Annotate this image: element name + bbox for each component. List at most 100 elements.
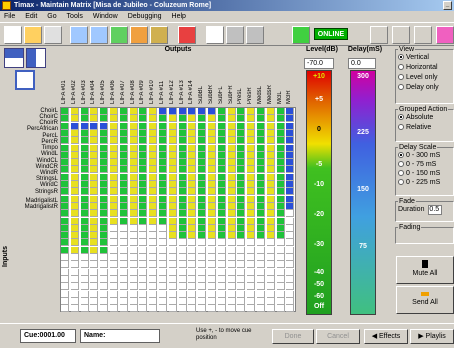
matrix-cell[interactable] — [276, 188, 285, 196]
matrix-cell[interactable] — [276, 144, 285, 152]
matrix-cell[interactable] — [227, 254, 236, 261]
matrix-cell[interactable] — [61, 261, 69, 269]
matrix-cell[interactable] — [61, 195, 69, 203]
matrix-cell[interactable] — [217, 166, 226, 174]
matrix-cell[interactable] — [188, 290, 197, 298]
matrix-cell[interactable] — [227, 217, 236, 225]
matrix-cell[interactable] — [119, 232, 128, 240]
matrix-cell[interactable] — [266, 159, 275, 167]
matrix-cell[interactable] — [208, 137, 216, 145]
matrix-cell[interactable] — [70, 239, 79, 247]
matrix-cell[interactable] — [227, 181, 236, 188]
matrix-cell[interactable] — [61, 232, 69, 240]
matrix-cell[interactable] — [119, 268, 128, 276]
matrix-cell[interactable] — [70, 195, 79, 203]
matrix-cell[interactable] — [217, 290, 226, 298]
matrix-cell[interactable] — [168, 224, 177, 232]
matrix-cell[interactable] — [129, 181, 138, 188]
matrix-cell[interactable] — [227, 239, 236, 247]
matrix-cell[interactable] — [276, 151, 285, 159]
matrix-cell[interactable] — [208, 290, 216, 298]
matrix-cell[interactable] — [208, 224, 216, 232]
matrix-cell[interactable] — [70, 122, 79, 130]
matrix-cell[interactable] — [208, 275, 216, 283]
matrix-cell[interactable] — [237, 173, 246, 181]
matrix-cell[interactable] — [208, 181, 216, 188]
matrix-cell[interactable] — [178, 210, 187, 218]
matrix-cell[interactable] — [286, 166, 295, 174]
matrix-cell[interactable] — [178, 275, 187, 283]
matrix-cell[interactable] — [237, 268, 246, 276]
matrix-cell[interactable] — [80, 137, 89, 145]
matrix-cell[interactable] — [70, 137, 79, 145]
matrix-cell[interactable] — [100, 210, 109, 218]
matrix-cell[interactable] — [286, 261, 295, 269]
matrix-cell[interactable] — [178, 297, 187, 305]
matrix-cell[interactable] — [237, 224, 246, 232]
matrix-cell[interactable] — [100, 159, 109, 167]
matrix-cell[interactable] — [168, 195, 177, 203]
matrix-cell[interactable] — [227, 283, 236, 291]
matrix-cell[interactable] — [119, 224, 128, 232]
matrix-cell[interactable] — [149, 115, 158, 123]
matrix-cell[interactable] — [276, 202, 285, 210]
matrix-cell[interactable] — [110, 188, 118, 196]
matrix-cell[interactable] — [90, 173, 99, 181]
bottle-icon[interactable] — [150, 26, 168, 44]
grid-view-icon[interactable] — [70, 26, 88, 44]
matrix-cell[interactable] — [149, 254, 158, 261]
matrix-cell[interactable] — [227, 115, 236, 123]
matrix-cell[interactable] — [149, 173, 158, 181]
matrix-cell[interactable] — [61, 188, 69, 196]
matrix-cell[interactable] — [178, 151, 187, 159]
matrix-cell[interactable] — [80, 268, 89, 276]
matrix-cell[interactable] — [149, 188, 158, 196]
matrix-cell[interactable] — [110, 137, 118, 145]
matrix-cell[interactable] — [217, 283, 226, 291]
matrix-cell[interactable] — [168, 122, 177, 130]
matrix-cell[interactable] — [110, 108, 118, 115]
matrix-cell[interactable] — [159, 151, 167, 159]
matrix-cell[interactable] — [227, 151, 236, 159]
matrix-cell[interactable] — [198, 122, 207, 130]
matrix-cell[interactable] — [149, 122, 158, 130]
matrix-cell[interactable] — [217, 254, 226, 261]
matrix-cell[interactable] — [149, 232, 158, 240]
matrix-cell[interactable] — [90, 261, 99, 269]
matrix-cell[interactable] — [286, 144, 295, 152]
matrix-cell[interactable] — [100, 144, 109, 152]
matrix-cell[interactable] — [198, 108, 207, 115]
matrix-cell[interactable] — [286, 129, 295, 137]
matrix-cell[interactable] — [198, 188, 207, 196]
matrix-cell[interactable] — [80, 297, 89, 305]
matrix-cell[interactable] — [266, 261, 275, 269]
matrix-cell[interactable] — [100, 261, 109, 269]
matrix-cell[interactable] — [227, 122, 236, 130]
matrix-cell[interactable] — [149, 129, 158, 137]
matrix-cell[interactable] — [149, 181, 158, 188]
matrix-cell[interactable] — [237, 261, 246, 269]
cancel-button[interactable]: Cancel — [316, 329, 360, 344]
matrix-cell[interactable] — [90, 137, 99, 145]
matrix-cell[interactable] — [90, 159, 99, 167]
matrix-cell[interactable] — [159, 275, 167, 283]
matrix-cell[interactable] — [188, 202, 197, 210]
matrix-cell[interactable] — [198, 159, 207, 167]
matrix-cell[interactable] — [237, 290, 246, 298]
matrix-cell[interactable] — [217, 224, 226, 232]
matrix-cell[interactable] — [149, 261, 158, 269]
matrix-cell[interactable] — [178, 224, 187, 232]
matrix-cell[interactable] — [110, 115, 118, 123]
matrix-cell[interactable] — [61, 305, 69, 313]
matrix-cell[interactable] — [90, 275, 99, 283]
matrix-cell[interactable] — [237, 122, 246, 130]
matrix-cell[interactable] — [100, 283, 109, 291]
matrix-cell[interactable] — [119, 239, 128, 247]
matrix-cell[interactable] — [168, 275, 177, 283]
matrix-cell[interactable] — [237, 283, 246, 291]
matrix-cell[interactable] — [208, 151, 216, 159]
matrix-cell[interactable] — [149, 246, 158, 254]
matrix-cell[interactable] — [198, 268, 207, 276]
matrix-cell[interactable] — [227, 246, 236, 254]
matrix-cell[interactable] — [227, 202, 236, 210]
